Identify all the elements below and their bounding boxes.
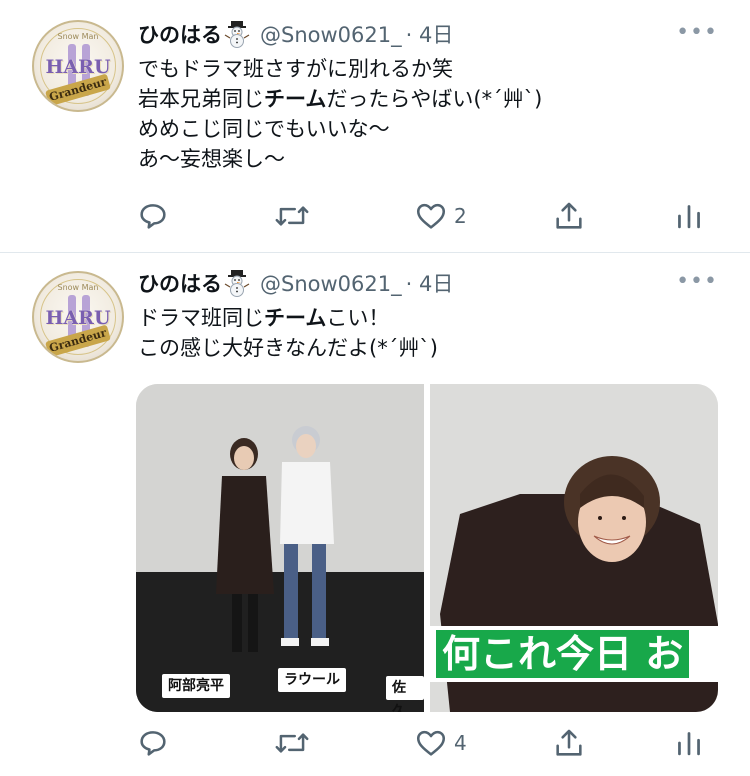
reply-icon	[140, 731, 166, 756]
avatar[interactable]: Snow Man HARU Grandeur	[32, 271, 124, 363]
subtitle-caption: 何これ今日 お	[430, 626, 718, 682]
like-button[interactable]: 4	[414, 723, 467, 763]
tweet-line: ドラマ班同じチームこい！	[138, 306, 390, 330]
share-icon	[556, 729, 582, 756]
analytics-icon	[678, 205, 700, 229]
tweet-1[interactable]: Snow Man HARU Grandeur ひのはる @Snow0621_ · …	[0, 0, 750, 252]
snowman-emoji-icon	[222, 269, 252, 297]
tweet-line: この感じ大好きなんだよ(*´艸`)	[138, 336, 438, 360]
tweet-line: 岩本兄弟同じチームだったらやばい(*´艸`)	[138, 87, 543, 111]
highlighted-word: チーム	[264, 306, 327, 330]
analytics-button[interactable]	[674, 196, 704, 236]
media-photo-left[interactable]: 阿部亮平 ラウール 佐久	[136, 384, 424, 712]
tweet-header: ひのはる @Snow0621_ · 4日	[138, 20, 453, 50]
avatar[interactable]: Snow Man HARU Grandeur	[32, 20, 124, 112]
reply-button[interactable]	[136, 196, 170, 236]
media-photo-right[interactable]: 何これ今日 お	[430, 384, 718, 712]
reply-icon	[140, 204, 166, 229]
retweet-button[interactable]	[274, 723, 310, 763]
timestamp[interactable]: · 4日	[406, 272, 454, 296]
heart-icon	[416, 203, 446, 229]
name-caption: 阿部亮平	[162, 674, 230, 698]
tweet-line: あ〜妄想楽し〜	[138, 147, 285, 171]
avatar-top-text: Snow Man	[57, 283, 99, 292]
name-caption: 佐久	[386, 676, 424, 712]
highlighted-word: チーム	[264, 87, 327, 111]
photo-illustration	[136, 384, 424, 712]
retweet-icon	[275, 206, 309, 226]
tweet-header: ひのはる @Snow0621_ · 4日	[138, 269, 453, 299]
action-bar: 4	[0, 723, 750, 763]
like-count: 4	[454, 731, 467, 755]
more-icon[interactable]: •••	[676, 269, 718, 294]
snowman-emoji-icon	[222, 20, 252, 48]
share-icon	[556, 202, 582, 229]
handle[interactable]: @Snow0621_	[260, 23, 402, 47]
retweet-icon	[275, 733, 309, 753]
display-name[interactable]: ひのはる	[138, 272, 222, 296]
analytics-icon	[678, 732, 700, 756]
timestamp[interactable]: · 4日	[406, 23, 454, 47]
name-caption: ラウール	[278, 668, 346, 692]
reply-button[interactable]	[136, 723, 170, 763]
analytics-button[interactable]	[674, 723, 704, 763]
media-grid: 阿部亮平 ラウール 佐久 何これ今日 お	[136, 384, 718, 712]
avatar-top-text: Snow Man	[57, 32, 99, 41]
like-button[interactable]: 2	[414, 196, 467, 236]
like-count: 2	[454, 204, 467, 228]
tweet-line: めめこじ同じでもいいな〜	[138, 117, 390, 141]
share-button[interactable]	[552, 196, 586, 236]
tweet-line: でもドラマ班さすがに別れるか笑	[138, 57, 453, 81]
retweet-button[interactable]	[274, 196, 310, 236]
handle[interactable]: @Snow0621_	[260, 272, 402, 296]
share-button[interactable]	[552, 723, 586, 763]
tweet-text: でもドラマ班さすがに別れるか笑 岩本兄弟同じチームだったらやばい(*´艸`) め…	[138, 54, 542, 174]
display-name[interactable]: ひのはる	[138, 23, 222, 47]
more-icon[interactable]: •••	[676, 20, 718, 45]
action-bar: 2	[0, 196, 750, 236]
tweet-text: ドラマ班同じチームこい！ この感じ大好きなんだよ(*´艸`)	[138, 303, 438, 363]
heart-icon	[416, 730, 446, 756]
